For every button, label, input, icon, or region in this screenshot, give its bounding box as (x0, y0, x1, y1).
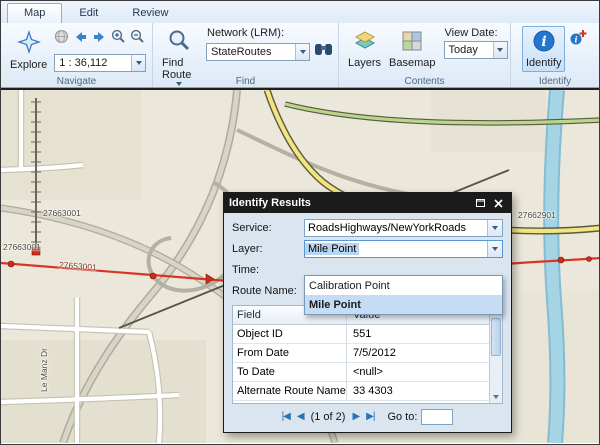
scale-value: 1 : 36,112 (55, 57, 131, 69)
layers-label: Layers (348, 57, 381, 69)
contents-group-label: Contents (339, 76, 510, 87)
ribbon-group-find: Find Route Network (LRM): StateRoutes Fi… (153, 23, 339, 87)
route-label: 27662901 (518, 210, 556, 220)
service-value: RoadsHighways/NewYorkRoads (305, 222, 469, 234)
navigate-group-label: Navigate (1, 76, 152, 87)
view-date-label: View Date: (445, 27, 508, 39)
tab-map[interactable]: Map (7, 3, 62, 23)
ribbon: Explore 1 : 36,112 Navigate (1, 23, 599, 88)
field-cell: From Date (233, 344, 347, 362)
view-date-dropdown-arrow-icon[interactable] (493, 42, 507, 58)
full-extent-icon[interactable] (54, 29, 69, 49)
scroll-down-icon[interactable] (491, 392, 501, 402)
tab-edit[interactable]: Edit (62, 3, 115, 23)
scale-dropdown-arrow-icon[interactable] (131, 55, 145, 71)
field-cell: To Date (233, 363, 347, 381)
layer-value: Mile Point (305, 243, 359, 255)
table-scrollbar[interactable] (489, 306, 502, 403)
dialog-title: Identify Results (229, 197, 470, 209)
value-cell: 7/5/2012 (347, 344, 489, 362)
zoom-in-icon[interactable] (111, 29, 126, 49)
find-group-label: Find (153, 76, 338, 87)
explore-label: Explore (10, 59, 47, 71)
svg-text:i: i (575, 35, 578, 45)
table-row[interactable]: Alternate Route Name 33 4303 (233, 382, 502, 401)
scale-combobox[interactable]: 1 : 36,112 (54, 54, 146, 72)
route-label: 27663001 (3, 242, 41, 252)
find-route-magnifier-icon (167, 29, 191, 56)
identify-label: Identify (526, 57, 561, 69)
basemap-icon (400, 29, 424, 56)
layer-dropdown-list: Calibration Point Mile Point (304, 275, 503, 315)
scrollbar-thumb[interactable] (491, 318, 501, 356)
restore-icon[interactable] (473, 197, 488, 210)
route-label: 27663001 (43, 208, 81, 218)
identify-results-dialog: Identify Results Service: RoadsHighways/… (223, 192, 512, 433)
explore-compass-icon (16, 29, 42, 58)
field-cell: Object ID (233, 325, 347, 343)
goto-label: Go to: (387, 411, 417, 423)
add-identify-route-icon[interactable]: i (569, 29, 587, 52)
layer-label: Layer: (232, 243, 304, 255)
network-dropdown-arrow-icon[interactable] (295, 44, 309, 60)
map-view[interactable]: 27663001 27663001 27653001 27662901 Le M… (1, 88, 599, 443)
ribbon-group-navigate: Explore 1 : 36,112 Navigate (1, 23, 153, 87)
identify-button[interactable]: i Identify (522, 26, 565, 72)
zoom-out-icon[interactable] (130, 29, 145, 49)
ribbon-tabbar: Map Edit Review (1, 1, 599, 23)
dropdown-option-mile-point[interactable]: Mile Point (305, 295, 502, 314)
tab-review[interactable]: Review (115, 3, 185, 23)
layer-dropdown-arrow-icon[interactable] (487, 241, 502, 257)
layers-icon (353, 29, 377, 56)
network-lrm-label: Network (LRM): (207, 27, 333, 39)
layer-combobox[interactable]: Mile Point (304, 240, 503, 258)
next-extent-icon[interactable] (92, 30, 107, 49)
table-row[interactable]: Object ID 551 (233, 325, 502, 344)
service-combobox[interactable]: RoadsHighways/NewYorkRoads (304, 219, 503, 237)
value-cell: 33 4303 (347, 382, 489, 400)
network-lrm-combobox[interactable]: StateRoutes (206, 43, 310, 61)
dialog-titlebar[interactable]: Identify Results (224, 193, 511, 213)
view-date-combobox[interactable]: Today (444, 41, 508, 59)
attribute-table: Field Value Object ID 551 From Date 7/5/… (232, 305, 503, 404)
close-icon[interactable] (491, 197, 506, 210)
service-dropdown-arrow-icon[interactable] (487, 220, 502, 236)
goto-page-input[interactable] (421, 409, 453, 425)
service-label: Service: (232, 222, 304, 234)
route-name-label: Route Name: (232, 285, 304, 297)
table-row[interactable]: To Date <null> (233, 363, 502, 382)
ribbon-group-contents: Layers Basemap View Date: Today Contents (339, 23, 511, 87)
time-label: Time: (232, 264, 304, 276)
previous-page-button[interactable]: ◀ (297, 411, 304, 422)
dropdown-option-calibration-point[interactable]: Calibration Point (305, 276, 502, 295)
field-cell: Alternate Route Name (233, 382, 347, 400)
table-row[interactable]: From Date 7/5/2012 (233, 344, 502, 363)
identify-group-label: Identify (511, 76, 599, 87)
explore-button[interactable]: Explore (6, 26, 51, 74)
basemap-button[interactable]: Basemap (385, 26, 439, 72)
next-page-button[interactable]: ▶ (352, 411, 359, 422)
network-lrm-value: StateRoutes (207, 46, 295, 58)
svg-text:i: i (541, 34, 546, 50)
first-page-button[interactable]: |◀ (282, 411, 290, 422)
page-indicator: (1 of 2) (311, 411, 346, 423)
previous-extent-icon[interactable] (73, 30, 88, 49)
view-date-value: Today (445, 44, 493, 56)
ribbon-group-identify: i Identify i Identify (511, 23, 599, 87)
app-window: Map Edit Review Explore (0, 0, 600, 445)
street-label: Le Manz Dr (39, 348, 49, 392)
value-cell: <null> (347, 363, 489, 381)
value-cell: 551 (347, 325, 489, 343)
pagination-bar: |◀ ◀ (1 of 2) ▶ ▶| Go to: (232, 406, 503, 427)
binoculars-icon[interactable] (314, 41, 333, 62)
basemap-label: Basemap (389, 57, 435, 69)
layers-button[interactable]: Layers (344, 26, 385, 72)
info-icon: i (532, 29, 556, 56)
last-page-button[interactable]: ▶| (366, 411, 374, 422)
